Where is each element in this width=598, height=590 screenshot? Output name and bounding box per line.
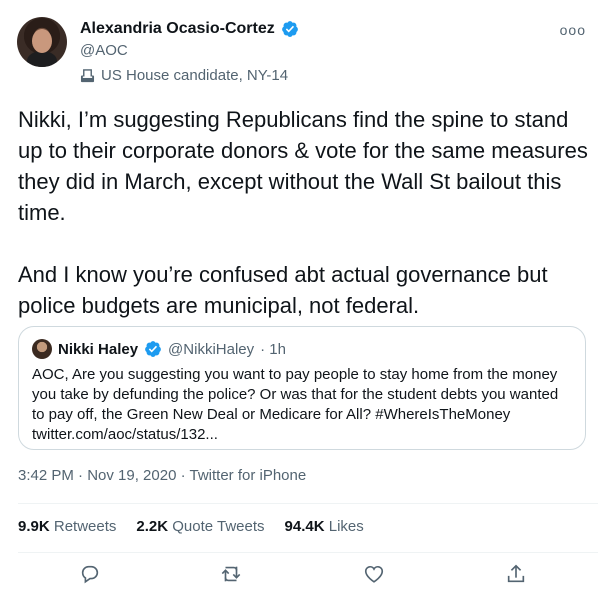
share-icon[interactable] [505,563,527,585]
retweets-count: 9.9K [18,518,50,535]
divider [18,503,598,504]
quote-tweets-count: 2.2K [136,518,169,535]
quoted-tweet[interactable]: Nikki Haley @NikkiHaley · 1h AOC, Are yo… [18,326,586,450]
tweet-meta[interactable]: 3:42 PM · Nov 19, 2020 · Twitter for iPh… [18,467,306,484]
author-name-row: Alexandria Ocasio-Cortez [80,20,299,38]
likes-label: Likes [328,518,364,535]
tweet: Alexandria Ocasio-Cortez @AOC US House c… [0,0,598,590]
retweet-icon[interactable] [220,563,242,585]
ballot-box-icon [80,68,95,82]
author-label: US House candidate, NY-14 [101,67,289,84]
author-avatar[interactable] [17,17,67,67]
quote-tweets-stat[interactable]: 2.2K Quote Tweets [136,518,264,535]
quoted-tweet-header: Nikki Haley @NikkiHaley · 1h [32,339,286,359]
quoted-tweet-text: AOC, Are you suggesting you want to pay … [32,366,559,443]
verified-badge-icon [145,341,161,357]
more-options-icon[interactable]: ooo [560,22,586,38]
engagement-stats: 9.9K Retweets 2.2K Quote Tweets 94.4K Li… [18,518,364,535]
quoted-author-name: Nikki Haley [58,340,139,358]
retweets-label: Retweets [53,518,117,535]
reply-icon[interactable] [79,563,101,585]
quoted-author-avatar [32,339,52,359]
tweet-text: Nikki, I’m suggesting Republicans find t… [18,107,588,318]
quoted-author-handle: @NikkiHaley [168,340,255,358]
like-icon[interactable] [363,563,385,585]
author-handle[interactable]: @AOC [80,42,128,59]
verified-badge-icon [281,21,298,37]
likes-count: 94.4K [284,518,325,535]
quoted-timestamp: · 1h [260,340,286,358]
quote-tweets-label: Quote Tweets [172,518,265,535]
action-bar [0,563,598,589]
divider [18,552,598,553]
author-label-row: US House candidate, NY-14 [80,67,288,84]
retweets-stat[interactable]: 9.9K Retweets [18,518,116,535]
likes-stat[interactable]: 94.4K Likes [285,518,364,535]
author-name[interactable]: Alexandria Ocasio-Cortez [80,20,275,38]
